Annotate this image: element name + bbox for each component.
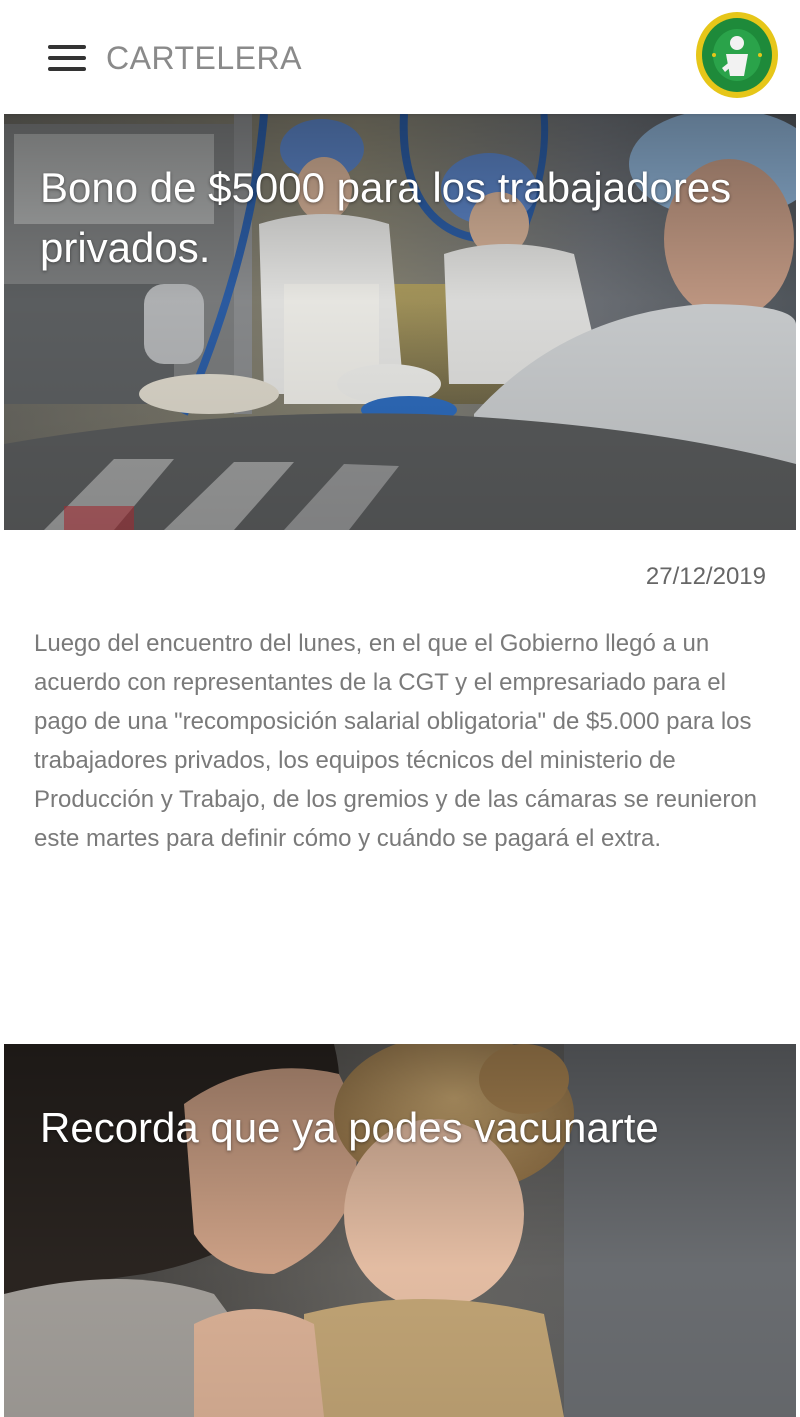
union-crest-logo[interactable] <box>694 10 780 100</box>
app-screen: CARTELERA Bono de $5000 para los trabaja… <box>4 0 796 1417</box>
news-hero-image: Recorda que ya podes vacunarte <box>4 1044 796 1417</box>
news-hero-image: Bono de $5000 para los trabajadores priv… <box>4 114 796 530</box>
news-date: 27/12/2019 <box>645 563 766 590</box>
news-card[interactable]: Bono de $5000 para los trabajadores priv… <box>4 114 796 1014</box>
news-title[interactable]: Bono de $5000 para los trabajadores priv… <box>40 158 736 278</box>
news-card[interactable]: Recorda que ya podes vacunarte <box>4 1044 796 1417</box>
app-title: CARTELERA <box>106 40 302 76</box>
hamburger-menu-icon[interactable] <box>48 45 86 72</box>
app-bar: CARTELERA <box>4 0 796 114</box>
news-title[interactable]: Recorda que ya podes vacunarte <box>40 1098 736 1158</box>
news-body: Luego del encuentro del lunes, en el que… <box>34 630 758 852</box>
